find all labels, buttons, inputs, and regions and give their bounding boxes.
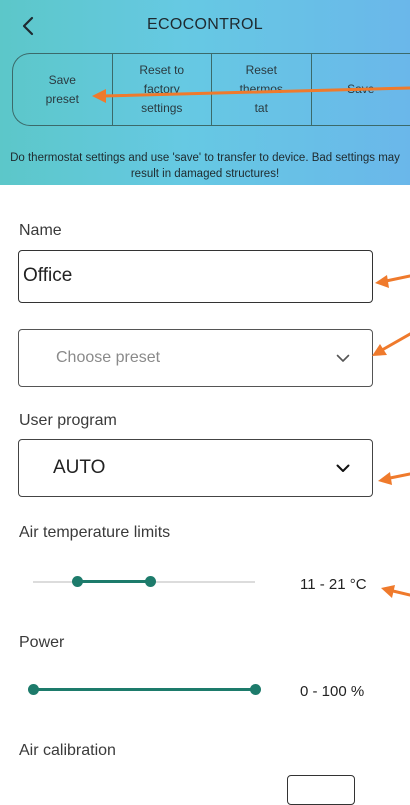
slider-max-thumb[interactable] [145, 576, 156, 587]
warning-text: Do thermostat settings and use 'save' to… [0, 150, 410, 182]
user-program-select[interactable]: AUTO [18, 439, 373, 497]
arrow-icon [372, 334, 410, 356]
air-temperature-limits-value: 11 - 21 °C [300, 576, 367, 593]
chevron-down-icon [336, 354, 350, 363]
air-calibration-input[interactable] [287, 775, 355, 805]
slider-fill [77, 580, 150, 583]
save-preset-button[interactable]: Save preset [13, 54, 113, 125]
air-temperature-range-slider[interactable] [33, 572, 255, 592]
slider-fill [33, 688, 255, 691]
save-button[interactable]: Save [312, 54, 410, 125]
user-program-label: User program [19, 412, 117, 430]
arrow-icon [381, 585, 410, 598]
arrow-icon [375, 275, 410, 288]
name-label: Name [19, 222, 62, 240]
header: ECOCONTROL Save preset Reset to factory … [0, 0, 410, 185]
user-program-value: AUTO [53, 457, 336, 479]
chevron-down-icon [336, 464, 350, 473]
air-temperature-limits-label: Air temperature limits [19, 524, 170, 542]
reset-factory-settings-button[interactable]: Reset to factory settings [113, 54, 213, 125]
preset-select[interactable]: Choose preset [18, 329, 373, 387]
reset-thermostat-button[interactable]: Reset thermos tat [212, 54, 312, 125]
name-input[interactable] [21, 264, 345, 288]
top-bar: ECOCONTROL [0, 0, 410, 50]
power-label: Power [19, 634, 64, 652]
air-calibration-label: Air calibration [19, 742, 116, 760]
action-toolbar: Save preset Reset to factory settings Re… [12, 53, 410, 126]
slider-min-thumb[interactable] [72, 576, 83, 587]
power-value: 0 - 100 % [300, 683, 364, 700]
slider-min-thumb[interactable] [28, 684, 39, 695]
page-title: ECOCONTROL [0, 16, 410, 34]
slider-max-thumb[interactable] [250, 684, 261, 695]
name-field[interactable] [18, 250, 373, 303]
preset-placeholder: Choose preset [56, 349, 336, 367]
power-range-slider[interactable] [33, 680, 255, 700]
arrow-icon [378, 472, 410, 485]
